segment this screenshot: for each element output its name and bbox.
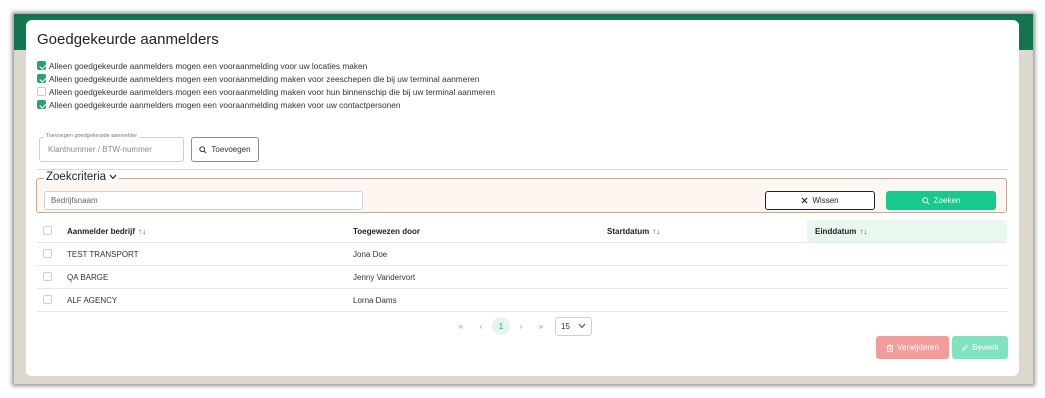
add-applicant-legend: Toevoegen goedgekeurde aanmelder <box>44 133 140 139</box>
add-applicant-field: Toevoegen goedgekeurde aanmelder <box>39 133 184 162</box>
option-label: Alleen goedgekeurde aanmelders mogen een… <box>49 73 480 84</box>
divider <box>37 169 1007 170</box>
cell-assigned-by: Jona Doe <box>353 249 388 259</box>
add-button[interactable]: Toevoegen <box>191 137 259 162</box>
add-button-label: Toevoegen <box>211 145 251 154</box>
app-frame: Goedgekeurde aanmelders Alleen goedgekeu… <box>14 14 1033 384</box>
checkbox-inland-vessel[interactable] <box>37 87 46 96</box>
search-criteria-title: Zoekcriteria <box>46 171 107 183</box>
table-header: Aanmelder bedrijf ↑↓ Toegewezen door Sta… <box>37 220 1007 242</box>
main-card: Goedgekeurde aanmelders Alleen goedgekeu… <box>26 20 1019 376</box>
cell-company: QA BARGE <box>67 272 109 282</box>
sort-icon: ↑↓ <box>859 226 868 236</box>
options-list: Alleen goedgekeurde aanmelders mogen een… <box>37 59 495 111</box>
clear-button-label: Wissen <box>812 196 839 205</box>
option-inland-vessel[interactable]: Alleen goedgekeurde aanmelders mogen een… <box>37 85 495 98</box>
search-criteria-toggle[interactable]: Zoekcriteria <box>44 171 120 183</box>
search-icon <box>921 196 930 205</box>
row-checkbox[interactable] <box>43 249 52 258</box>
checkbox-seagoing-vessels[interactable] <box>37 74 46 83</box>
applicants-table: Aanmelder bedrijf ↑↓ Toegewezen door Sta… <box>37 220 1007 312</box>
company-name-input[interactable] <box>44 191 363 210</box>
column-end-date[interactable]: Einddatum ↑↓ <box>807 220 1007 242</box>
customer-number-input[interactable] <box>40 138 183 161</box>
option-seagoing-vessels[interactable]: Alleen goedgekeurde aanmelders mogen een… <box>37 72 495 85</box>
cell-company: ALF AGENCY <box>67 295 118 305</box>
column-start-date[interactable]: Startdatum ↑↓ <box>607 220 660 242</box>
option-label: Alleen goedgekeurde aanmelders mogen een… <box>49 99 401 110</box>
chevron-down-icon <box>109 174 117 180</box>
column-assigned-by: Toegewezen door <box>353 226 420 236</box>
page-size-select[interactable]: 15 <box>555 316 592 336</box>
next-page-button[interactable]: › <box>511 316 531 336</box>
search-criteria-panel: Zoekcriteria Wissen Zoeken <box>36 171 1007 213</box>
first-page-button[interactable]: « <box>451 316 471 336</box>
search-icon <box>199 145 207 154</box>
option-label: Alleen goedgekeurde aanmelders mogen een… <box>49 86 496 97</box>
delete-button[interactable]: Verwijderen <box>876 336 949 359</box>
cell-company: TEST TRANSPORT <box>67 249 139 259</box>
select-all-checkbox[interactable] <box>43 226 52 235</box>
column-company[interactable]: Aanmelder bedrijf ↑↓ <box>67 220 146 242</box>
row-checkbox[interactable] <box>43 295 52 304</box>
previous-page-button[interactable]: ‹ <box>471 316 491 336</box>
close-icon <box>801 197 808 204</box>
option-label: Alleen goedgekeurde aanmelders mogen een… <box>49 60 368 71</box>
table-bottom-border <box>37 311 1007 312</box>
table-row[interactable]: ALF AGENCY Lorna Dams <box>37 288 1007 311</box>
search-button-label: Zoeken <box>933 196 961 205</box>
edit-button-label: Bewerk <box>972 343 999 352</box>
table-row[interactable]: TEST TRANSPORT Jona Doe <box>37 242 1007 265</box>
row-checkbox[interactable] <box>43 272 52 281</box>
pagination: « ‹ 1 › » 15 <box>451 316 592 336</box>
chevron-down-icon <box>578 323 586 329</box>
edit-button[interactable]: Bewerk <box>952 336 1008 359</box>
sort-icon: ↑↓ <box>138 226 147 236</box>
cell-assigned-by: Lorna Dams <box>353 295 397 305</box>
clear-button[interactable]: Wissen <box>765 191 875 210</box>
trash-icon <box>886 343 894 352</box>
checkbox-contact-persons[interactable] <box>37 100 46 109</box>
checkbox-locations[interactable] <box>37 61 46 70</box>
pencil-icon <box>961 344 969 351</box>
search-button[interactable]: Zoeken <box>886 191 996 210</box>
option-contact-persons[interactable]: Alleen goedgekeurde aanmelders mogen een… <box>37 98 495 111</box>
cell-assigned-by: Jenny Vandervort <box>353 272 416 282</box>
sort-icon: ↑↓ <box>652 226 661 236</box>
delete-button-label: Verwijderen <box>897 343 939 352</box>
page-size-value: 15 <box>561 321 570 331</box>
option-locations[interactable]: Alleen goedgekeurde aanmelders mogen een… <box>37 59 495 72</box>
current-page[interactable]: 1 <box>492 317 510 335</box>
page-title: Goedgekeurde aanmelders <box>37 31 219 48</box>
table-row[interactable]: QA BARGE Jenny Vandervort <box>37 265 1007 288</box>
last-page-button[interactable]: » <box>531 316 551 336</box>
